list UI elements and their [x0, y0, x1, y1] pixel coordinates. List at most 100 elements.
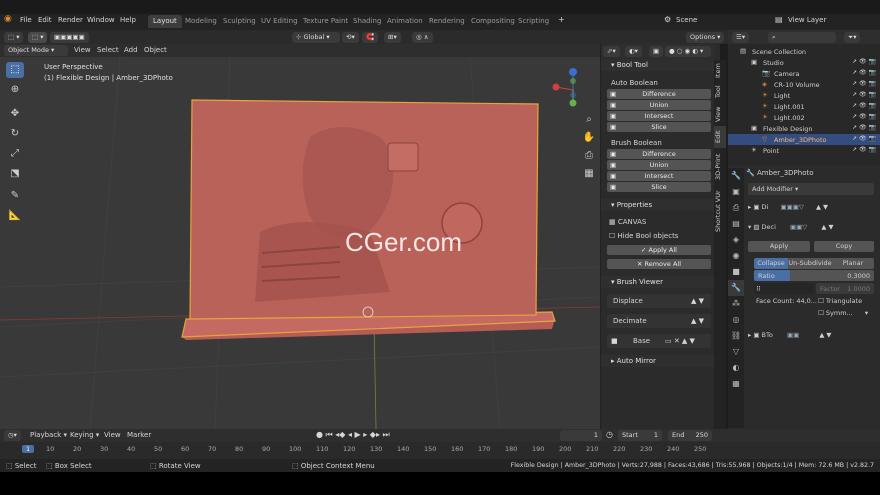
tab-sculpting[interactable]: Sculpting [218, 15, 261, 28]
modifier-toggle-icons[interactable]: ▣▣ [787, 331, 799, 339]
outliner-search-field[interactable]: ⌕ [768, 32, 836, 43]
menu-keying[interactable]: Keying ▾ [70, 431, 99, 439]
select-box-tool-icon[interactable]: ⬚ [6, 62, 24, 78]
physics-tab-icon[interactable]: ◎ [728, 312, 744, 328]
modifier-toggle-icons[interactable]: ▣▣▣▽ [780, 203, 803, 211]
tab-layout[interactable]: Layout [148, 15, 182, 28]
object-mode-dropdown[interactable]: Object Mode ▾ [4, 45, 68, 56]
pivot-icon[interactable]: ⟲▾ [342, 32, 359, 43]
outliner-row[interactable]: ▤ Scene Collection [728, 46, 880, 57]
ratio-slider[interactable]: Ratio 0.3000 [754, 270, 874, 281]
tab-rendering[interactable]: Rendering [424, 15, 470, 28]
triangulate-checkbox[interactable]: ☐ Triangulate [818, 297, 862, 305]
outliner-row[interactable]: 📷 Camera ➚ 👁 📷 [728, 68, 880, 79]
brush-difference-button[interactable]: ▣ Difference [607, 149, 711, 159]
modifier-tab-icon[interactable]: 🔧 [728, 280, 744, 296]
visibility-toggle-icons[interactable]: ➚ 👁 📷 [852, 80, 876, 87]
scene-name[interactable]: Scene [676, 16, 697, 24]
menu-file[interactable]: File [20, 16, 32, 24]
current-frame-field[interactable]: 1 [560, 430, 602, 441]
blender-logo-icon[interactable]: ◉ [4, 14, 12, 24]
auto-union-button[interactable]: ▣ Union [607, 100, 711, 110]
viewer-item-base[interactable]: ■ Base ▭ ✕ ▲ ▼ [607, 334, 711, 348]
outliner-row[interactable]: ☀ Light ➚ 👁 📷 [728, 90, 880, 101]
scale-tool-icon[interactable]: ⤢ [6, 146, 24, 162]
start-frame-field[interactable]: Start 1 [618, 430, 662, 441]
menu-playback[interactable]: Playback ▾ [30, 431, 67, 439]
outliner-row[interactable]: ▣ Flexible Design ➚ 👁 📷 [728, 123, 880, 134]
bool-tool-title[interactable]: ▾ Bool Tool [601, 59, 715, 71]
symmetry-axis-icon[interactable]: ▾ [865, 309, 868, 317]
tab-texture-paint[interactable]: Texture Paint [298, 15, 353, 28]
rotate-tool-icon[interactable]: ↻ [6, 126, 24, 142]
outliner-type-icon[interactable]: ☰▾ [732, 32, 750, 43]
zoom-icon[interactable]: ⌕ [582, 111, 596, 129]
menu-timeline-view[interactable]: View [104, 431, 121, 439]
tab-uv-editing[interactable]: UV Editing [256, 15, 303, 28]
viewer-item-controls-icon[interactable]: ▭ ✕ ▲ ▼ [665, 337, 695, 345]
auto-difference-button[interactable]: ▣ Difference [607, 89, 711, 99]
visibility-toggle-icons[interactable]: ➚ 👁 📷 [852, 102, 876, 109]
menu-window[interactable]: Window [87, 16, 115, 24]
world-tab-icon[interactable]: ◉ [728, 248, 744, 264]
outliner-row[interactable]: ☀ Light.002 ➚ 👁 📷 [728, 112, 880, 123]
transform-tool-icon[interactable]: ⬔ [6, 166, 24, 182]
menu-view[interactable]: View [74, 46, 91, 54]
pan-icon[interactable]: ✋ [582, 129, 596, 147]
unsubdivide-mode-tab[interactable]: Un-Subdivide [788, 258, 832, 269]
modifier-decimate-row[interactable]: ▾ ▧ Deci ▣▣▽ ▲ ▼ [748, 223, 878, 237]
planar-mode-tab[interactable]: Planar [832, 258, 874, 269]
visibility-toggle-icons[interactable]: ➚ 👁 📷 [852, 124, 876, 131]
tab-modeling[interactable]: Modeling [180, 15, 222, 28]
material-tab-icon[interactable]: ◐ [728, 360, 744, 376]
selection-mode-buttons[interactable]: ▣▣▣▣▣ [50, 32, 89, 43]
npanel-tab-edit[interactable]: Edit [714, 126, 726, 148]
navigation-gizmo[interactable] [548, 65, 598, 115]
move-up-down-icon[interactable]: ▲ ▼ [691, 317, 704, 325]
vertex-group-field[interactable]: ⠿ [754, 283, 814, 294]
editor-type-button[interactable]: ⬚ ▾ [4, 32, 24, 43]
npanel-tab-tool[interactable]: Tool [714, 82, 726, 102]
modifier-booltool-row[interactable]: ▸ ▣ BTo ▣▣ ▲ ▼ [748, 331, 878, 345]
overlay-toggle-icon[interactable]: ◐▾ [625, 46, 642, 57]
properties-title[interactable]: ▾ Properties [601, 199, 715, 211]
move-up-down-icon[interactable]: ▲ ▼ [816, 203, 828, 211]
render-tab-icon[interactable]: ▣ [728, 184, 744, 200]
options-dropdown[interactable]: Options ▾ [686, 32, 725, 43]
modifier-toggle-icons[interactable]: ▣▣▽ [790, 223, 807, 231]
timeline-ruler[interactable]: 1 10 20 30 40 50 60 70 80 90 100 110 120 130 140 150 160… [0, 443, 880, 457]
outliner-row[interactable]: ☀ Light.001 ➚ 👁 📷 [728, 101, 880, 112]
modifier-displace-row[interactable]: ▸ ▣ Di ▣▣▣▽ ▲ ▼ [748, 203, 878, 217]
menu-marker[interactable]: Marker [127, 431, 151, 439]
xray-toggle-icon[interactable]: ▣ [649, 46, 664, 57]
visibility-toggle-icons[interactable]: ➚ 👁 📷 [852, 113, 876, 120]
outliner-row[interactable]: ☀ Point ➚ 👁 📷 [728, 145, 880, 156]
menu-edit[interactable]: Edit [38, 16, 52, 24]
shading-mode-buttons[interactable]: ● ○ ◉ ◐ ▾ [665, 46, 711, 57]
output-tab-icon[interactable]: ⎙ [728, 200, 744, 216]
menu-select[interactable]: Select [97, 46, 119, 54]
timeline-type-icon[interactable]: ◷▾ [4, 430, 21, 441]
outliner-row[interactable]: ▽ Amber_3DPhoto ➚ 👁 📷 [728, 134, 880, 145]
measure-tool-icon[interactable]: 📐 [6, 208, 24, 224]
npanel-tab-3d-print[interactable]: 3D-Print [714, 150, 726, 184]
object-tab-icon[interactable]: ■ [728, 264, 744, 280]
menu-help[interactable]: Help [120, 16, 136, 24]
viewer-item-decimate[interactable]: Decimate ▲ ▼ [607, 314, 711, 328]
visibility-toggle-icons[interactable]: ➚ 👁 📷 [852, 135, 876, 142]
brush-union-button[interactable]: ▣ Union [607, 160, 711, 170]
factor-field[interactable]: Factor 1.0000 [816, 283, 874, 294]
menu-render[interactable]: Render [58, 16, 83, 24]
collapse-mode-tab[interactable]: Collapse [754, 258, 788, 269]
visibility-toggle-icons[interactable]: ➚ 👁 📷 [852, 69, 876, 76]
auto-slice-button[interactable]: ▣ Slice [607, 122, 711, 132]
visibility-toggle-icons[interactable]: ➚ 👁 📷 [852, 58, 876, 65]
menu-object[interactable]: Object [144, 46, 167, 54]
remove-all-button[interactable]: ✕ Remove All [607, 259, 711, 269]
npanel-tab-view[interactable]: View [714, 104, 726, 124]
apply-modifier-button[interactable]: Apply [748, 241, 810, 252]
end-frame-field[interactable]: End 250 [668, 430, 712, 441]
tweak-tool-button[interactable]: ⬚ ▾ [28, 32, 48, 43]
camera-view-icon[interactable]: ⎙ [582, 147, 596, 165]
snap-icon[interactable]: 🧲 [362, 32, 379, 43]
